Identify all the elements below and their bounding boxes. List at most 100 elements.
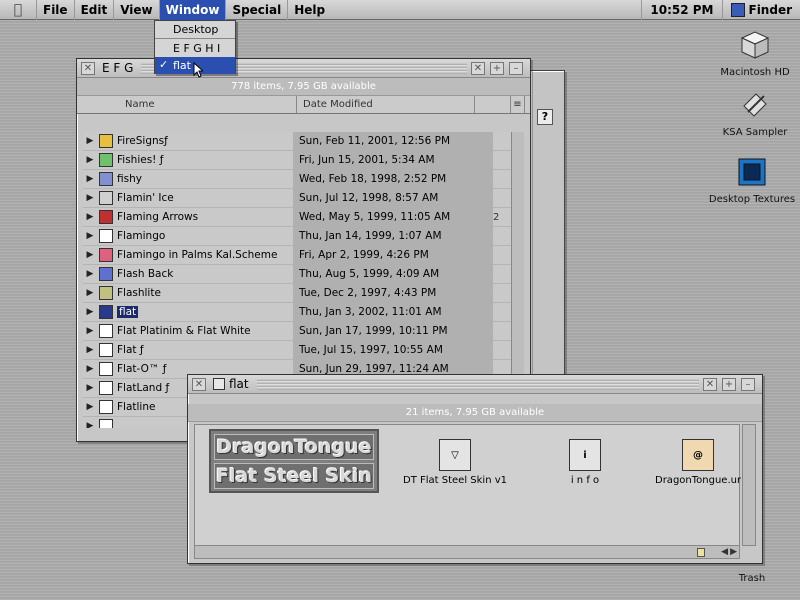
disclosure-triangle-icon[interactable]: ▶ <box>83 250 97 260</box>
scroll-right-arrow-icon[interactable]: ▶ <box>730 547 737 557</box>
row-name-text: Flatline <box>117 401 156 413</box>
row-date: Fri, Apr 2, 1999, 4:26 PM <box>293 245 493 265</box>
row-name-text: Fishies! ƒ <box>117 154 164 166</box>
expand-box-icon[interactable]: + <box>722 377 736 391</box>
list-row[interactable]: ▶ fishy Wed, Feb 18, 1998, 2:52 PM <box>83 169 513 189</box>
scroll-arrows[interactable]: ◀ ▶ <box>721 547 737 557</box>
logo-line: DragonTongue <box>214 434 374 460</box>
column-name-header[interactable]: Name <box>77 96 297 113</box>
disclosure-triangle-icon[interactable]: ▶ <box>83 136 97 146</box>
menu-special[interactable]: Special <box>225 0 287 20</box>
list-row[interactable]: ▶ Flaming Arrows Wed, May 5, 1999, 11:05 A… <box>83 207 513 227</box>
menubar-clock[interactable]: 10:52 PM <box>641 0 721 20</box>
zoom-box-icon[interactable]: ✕ <box>471 61 485 75</box>
row-name-text: Flat ƒ <box>117 344 144 356</box>
list-row[interactable]: ▶ Flamin' Ice Sun, Jul 12, 1998, 8:57 AM <box>83 188 513 208</box>
folder-icon <box>99 381 113 395</box>
disclosure-triangle-icon[interactable]: ▶ <box>83 345 97 355</box>
info-icon: i <box>569 439 601 471</box>
checkmark-icon: ✓ <box>159 58 169 71</box>
disclosure-triangle-icon[interactable]: ▶ <box>83 421 97 428</box>
row-name: Flamingo <box>117 230 293 242</box>
application-menu[interactable]: Finder <box>721 0 800 20</box>
row-name-text: fishy <box>117 173 142 185</box>
disclosure-triangle-icon[interactable]: ▶ <box>83 364 97 374</box>
row-name-text: Flaming Arrows <box>117 211 199 223</box>
horizontal-scrollbar[interactable]: ◀ ▶ <box>194 545 740 559</box>
folder-icon <box>99 362 113 376</box>
icon-window[interactable]: ✕ flat ✕ + – 21 items, 7.95 GB available… <box>187 374 763 564</box>
sort-direction-icon[interactable]: ≡ <box>511 96 525 113</box>
row-name: Flaming Arrows <box>117 211 293 223</box>
column-extra-header[interactable] <box>475 96 511 113</box>
column-date-header[interactable]: Date Modified <box>297 96 475 113</box>
row-name-text: Flamin' Ice <box>117 192 174 204</box>
menu-file[interactable]: File <box>36 0 74 20</box>
row-name-text: FireSignsƒ <box>117 135 168 147</box>
scroll-left-arrow-icon[interactable]: ◀ <box>721 547 728 557</box>
disclosure-triangle-icon[interactable]: ▶ <box>83 174 97 184</box>
row-date: Wed, Feb 18, 1998, 2:52 PM <box>293 169 493 189</box>
list-row[interactable]: ▶ Flat Platinim & Flat White Sun, Jan 17, … <box>83 321 513 341</box>
row-date: Tue, Jul 15, 1997, 10:55 AM <box>293 340 493 360</box>
apple-menu-icon[interactable]:  <box>0 0 36 20</box>
disclosure-triangle-icon[interactable]: ▶ <box>83 212 97 222</box>
desktop-icon-macintosh-hd[interactable]: Macintosh HD <box>715 28 795 78</box>
menu-view[interactable]: View <box>113 0 158 20</box>
file-label: DragonTongue.ur <box>655 475 741 486</box>
vertical-scrollbar[interactable] <box>742 424 756 546</box>
dragontongue-logo[interactable]: DragonTongue Flat Steel Skin <box>209 429 379 493</box>
folder-icon <box>213 378 225 390</box>
desktop-icon-desktop-textures[interactable]: Desktop Textures <box>708 155 796 205</box>
window-titlebar[interactable]: ✕ E F G ✕ + – <box>77 59 530 78</box>
collapse-box-icon[interactable]: – <box>741 377 755 391</box>
menu-edit[interactable]: Edit <box>73 0 114 20</box>
folder-icon <box>99 324 113 338</box>
row-extra: 2 <box>493 211 500 223</box>
row-name-text: Flashlite <box>117 287 161 299</box>
help-button[interactable]: ? <box>537 109 553 125</box>
disclosure-triangle-icon[interactable]: ▶ <box>83 402 97 412</box>
background-window[interactable]: ? <box>530 70 565 380</box>
list-row[interactable]: ▶ Flat ƒ Tue, Jul 15, 1997, 10:55 AM <box>83 340 513 360</box>
window-menu-item-efghi[interactable]: E F G H I <box>155 40 235 57</box>
zoom-box-icon[interactable]: ✕ <box>703 377 717 391</box>
list-row[interactable]: ▶ Flamingo Thu, Jan 14, 1999, 1:07 AM <box>83 226 513 246</box>
list-row[interactable]: ▶ Flamingo in Palms Kal.Scheme Fri, Apr 2,… <box>83 245 513 265</box>
row-name: Fishies! ƒ <box>117 154 293 166</box>
menu-help[interactable]: Help <box>287 0 331 20</box>
window-menu-item-desktop[interactable]: Desktop <box>155 21 235 38</box>
expand-box-icon[interactable]: + <box>490 61 504 75</box>
disclosure-triangle-icon[interactable]: ▶ <box>83 231 97 241</box>
disclosure-triangle-icon[interactable]: ▶ <box>83 155 97 165</box>
disclosure-triangle-icon[interactable]: ▶ <box>83 288 97 298</box>
row-date: Fri, Jun 15, 2001, 5:34 AM <box>293 150 493 170</box>
close-box-icon[interactable]: ✕ <box>192 377 206 391</box>
window-title: flat <box>229 377 249 391</box>
desktop-icon-ksa-sampler[interactable]: KSA Sampler <box>715 88 795 138</box>
scroll-thumb[interactable] <box>697 548 705 557</box>
row-name: Flat ƒ <box>117 344 293 356</box>
collapse-box-icon[interactable]: – <box>509 61 523 75</box>
list-row[interactable]: ▶ flat Thu, Jan 3, 2002, 11:01 AM <box>83 302 513 322</box>
file-icon-skin[interactable]: ▽ DT Flat Steel Skin v1 <box>395 439 515 486</box>
file-icon-url[interactable]: @ DragonTongue.ur <box>655 439 741 486</box>
application-name: Finder <box>748 3 793 17</box>
list-row[interactable]: ▶ Flash Back Thu, Aug 5, 1999, 4:09 AM <box>83 264 513 284</box>
disclosure-triangle-icon[interactable]: ▶ <box>83 326 97 336</box>
disclosure-triangle-icon[interactable]: ▶ <box>83 307 97 317</box>
close-box-icon[interactable]: ✕ <box>81 61 95 75</box>
file-icon-info[interactable]: i i n f o <box>535 439 635 486</box>
list-row[interactable]: ▶ Flashlite Tue, Dec 2, 1997, 4:43 PM <box>83 283 513 303</box>
row-name: Flashlite <box>117 287 293 299</box>
window-titlebar[interactable]: ✕ flat ✕ + – <box>188 375 762 394</box>
row-name: flat <box>117 306 293 318</box>
folder-icon <box>99 305 113 319</box>
row-name: Flat Platinim & Flat White <box>117 325 293 337</box>
list-row[interactable]: ▶ FireSignsƒ Sun, Feb 11, 2001, 12:56 PM <box>83 132 513 151</box>
disclosure-triangle-icon[interactable]: ▶ <box>83 269 97 279</box>
list-row[interactable]: ▶ Fishies! ƒ Fri, Jun 15, 2001, 5:34 AM <box>83 150 513 170</box>
disclosure-triangle-icon[interactable]: ▶ <box>83 193 97 203</box>
menu-window[interactable]: Window <box>158 0 226 20</box>
disclosure-triangle-icon[interactable]: ▶ <box>83 383 97 393</box>
